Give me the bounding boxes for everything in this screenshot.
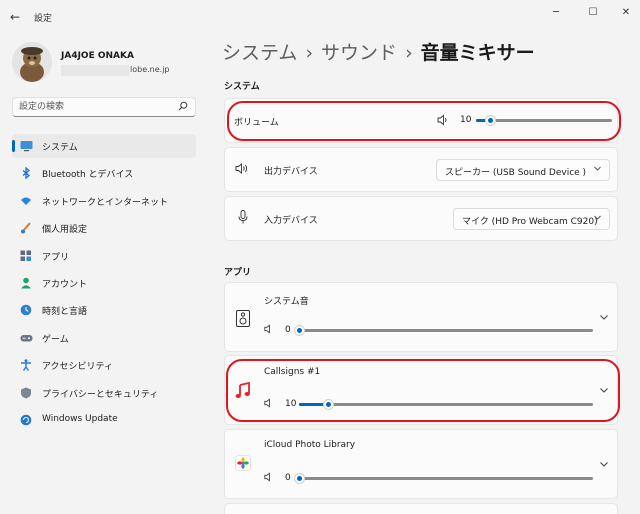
user-profile[interactable]: JA4JOE ONAKA lobe.ne.jp (12, 42, 212, 82)
photos-icon (235, 455, 251, 474)
search-icon[interactable] (178, 101, 188, 114)
sidebar-item-label: ゲーム (42, 334, 69, 345)
speaker-icon[interactable] (264, 472, 274, 485)
sidebar-item-label: アクセシビリティ (42, 362, 114, 373)
section-title-system: システム (224, 82, 260, 92)
output-device-value: スピーカー (USB Sound Device ) (445, 168, 587, 178)
highlight-callsigns-annotation (226, 359, 620, 422)
breadcrumb-system[interactable]: システム (222, 42, 297, 64)
sidebar-item-personalization[interactable]: 個人用設定 (12, 216, 196, 240)
sidebar-item-label: 個人用設定 (42, 225, 88, 236)
bluetooth-icon (20, 167, 32, 180)
chevron-down-icon (593, 213, 602, 225)
email-redaction (61, 65, 129, 76)
breadcrumb-separator: › (305, 42, 314, 64)
back-button[interactable]: ← (10, 10, 20, 24)
slider-thumb[interactable] (294, 325, 305, 336)
input-device-value: マイク (HD Pro Webcam C920) (462, 217, 598, 227)
section-title-apps: アプリ (224, 268, 252, 278)
sidebar-item-windows-update[interactable]: Windows Update (12, 408, 196, 432)
app-card-partial (224, 503, 618, 514)
sidebar-item-accessibility[interactable]: アクセシビリティ (12, 353, 196, 377)
sidebar-item-gaming[interactable]: ゲーム (12, 326, 196, 350)
title-bar: ← 設定 ─ ☐ ✕ (0, 0, 640, 34)
sidebar-item-network[interactable]: ネットワークとインターネット (12, 189, 196, 213)
microphone-icon (238, 210, 248, 227)
settings-search[interactable] (12, 97, 196, 117)
privacy-icon (20, 387, 32, 399)
window-title: 設定 (34, 14, 53, 24)
sidebar-item-label: アカウント (42, 279, 88, 290)
output-device-card: 出力デバイス スピーカー (USB Sound Device ) (224, 147, 618, 192)
input-device-select[interactable]: マイク (HD Pro Webcam C920) (453, 208, 610, 230)
sidebar-item-label: Windows Update (42, 413, 118, 424)
search-input[interactable] (19, 100, 169, 114)
breadcrumb-sound[interactable]: サウンド (321, 42, 397, 64)
accessibility-icon (20, 359, 32, 372)
page-title: 音量ミキサー (420, 42, 535, 64)
app-volume-slider[interactable] (294, 325, 593, 336)
avatar (12, 42, 52, 82)
sidebar-item-label: プライバシーとセキュリティ (42, 389, 159, 400)
chevron-down-icon[interactable] (599, 459, 609, 472)
app-volume-value: 0 (285, 473, 291, 483)
sidebar-nav: システム Bluetooth とデバイス ネットワークとインターネット 個人用設… (12, 134, 196, 435)
input-device-card: 入力デバイス マイク (HD Pro Webcam C920) (224, 196, 618, 241)
output-device-label: 出力デバイス (264, 167, 318, 177)
maximize-button[interactable]: ☐ (583, 6, 603, 20)
sidebar-item-apps[interactable]: アプリ (12, 244, 196, 268)
sidebar-item-accounts[interactable]: アカウント (12, 271, 196, 295)
sidebar-item-label: 時刻と言語 (42, 307, 88, 318)
app-card-system-sounds[interactable]: システム音 0 (224, 282, 618, 352)
chevron-down-icon (593, 164, 602, 176)
sidebar-item-label: ネットワークとインターネット (42, 197, 169, 208)
time-language-icon (20, 304, 32, 316)
sidebar-item-system[interactable]: システム (12, 134, 196, 158)
speaker-icon[interactable] (264, 324, 274, 337)
sidebar-item-label: システム (42, 143, 78, 153)
sidebar-item-label: Bluetooth とデバイス (42, 170, 134, 181)
sidebar-item-privacy[interactable]: プライバシーとセキュリティ (12, 381, 196, 405)
app-card-icloud-photos[interactable]: iCloud Photo Library 0 (224, 429, 618, 499)
app-volume-value: 0 (285, 325, 291, 335)
system-sounds-icon (236, 310, 250, 330)
sidebar-item-label: アプリ (42, 252, 70, 263)
chevron-down-icon[interactable] (599, 312, 609, 325)
personalization-icon (20, 222, 32, 234)
output-device-select[interactable]: スピーカー (USB Sound Device ) (436, 159, 610, 181)
system-icon (20, 140, 33, 152)
network-icon (20, 195, 32, 207)
sidebar-item-bluetooth[interactable]: Bluetooth とデバイス (12, 161, 196, 185)
breadcrumb: システム › サウンド › 音量ミキサー (222, 38, 535, 65)
user-email: lobe.ne.jp (130, 65, 170, 74)
input-device-label: 入力デバイス (264, 216, 318, 226)
minimize-button[interactable]: ─ (546, 6, 566, 20)
gaming-icon (20, 332, 33, 344)
avatar-image (12, 42, 52, 82)
app-name: システム音 (264, 297, 309, 307)
slider-thumb[interactable] (294, 473, 305, 484)
sidebar-item-time-language[interactable]: 時刻と言語 (12, 298, 196, 322)
accounts-icon (20, 277, 32, 289)
breadcrumb-separator: › (405, 42, 413, 64)
highlight-volume-annotation (227, 101, 621, 141)
close-button[interactable]: ✕ (616, 6, 636, 20)
windows-update-icon (20, 414, 32, 426)
app-volume-slider[interactable] (294, 473, 593, 484)
user-name: JA4JOE ONAKA (61, 51, 134, 61)
speaker-output-icon (235, 162, 250, 178)
app-name: iCloud Photo Library (264, 440, 356, 450)
apps-icon (20, 250, 32, 262)
